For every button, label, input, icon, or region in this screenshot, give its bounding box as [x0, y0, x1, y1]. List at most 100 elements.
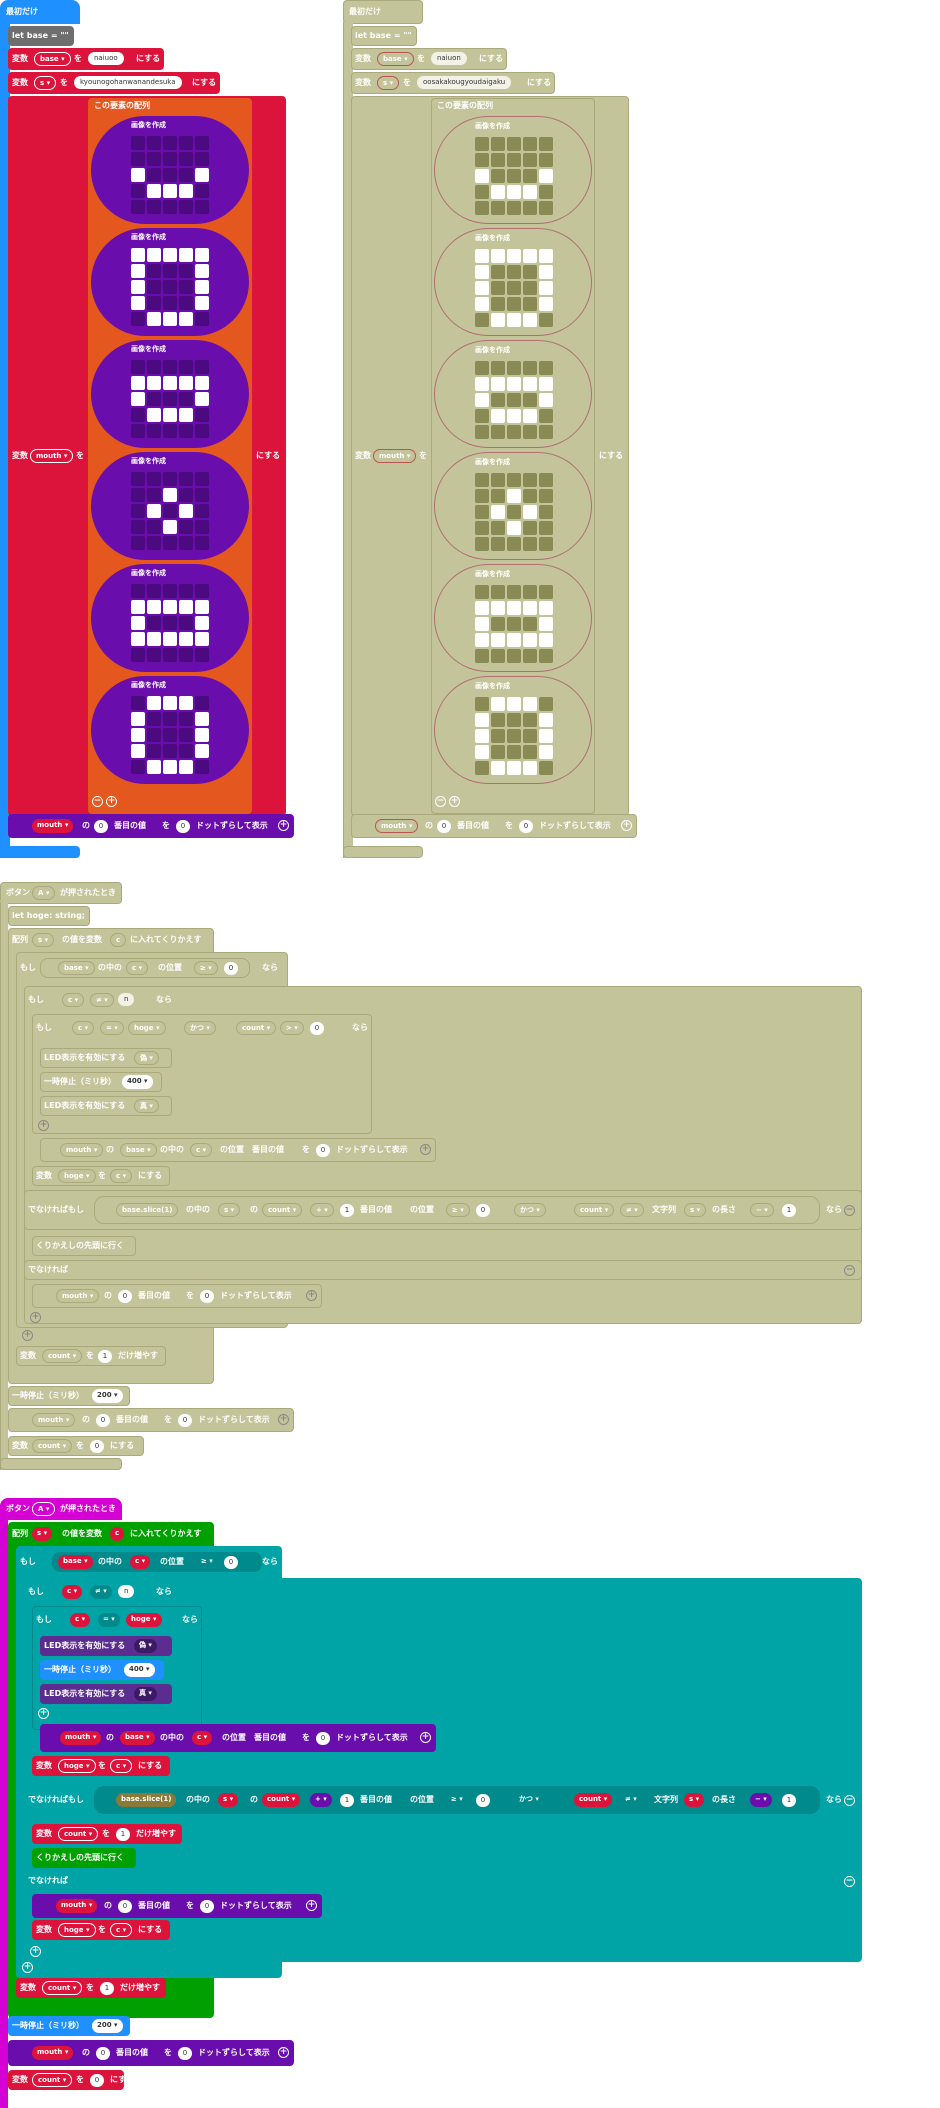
image-block-4[interactable]: 画像を作成	[91, 452, 249, 560]
button-a-dropdown-disabled[interactable]: A ▾	[32, 886, 56, 900]
led-cell[interactable]	[195, 136, 209, 150]
base-var-dropdown[interactable]: base ▾	[34, 52, 71, 66]
led-cell[interactable]	[163, 376, 177, 390]
led-cell[interactable]	[195, 248, 209, 262]
led-cell[interactable]	[507, 361, 521, 375]
foreach-arr[interactable]: s ▾	[32, 1527, 53, 1541]
array-add-icon-disabled[interactable]: +	[449, 796, 460, 807]
led-cell[interactable]	[491, 601, 505, 615]
led-cell[interactable]	[475, 729, 489, 743]
elseif-and[interactable]: かつ ▾	[514, 1793, 544, 1807]
led-cell[interactable]	[147, 296, 161, 310]
led-cell[interactable]	[195, 472, 209, 486]
elseif-remove-icon-disabled[interactable]: −	[844, 1205, 855, 1216]
base-string-input[interactable]: naiuoo	[88, 52, 124, 65]
led-cell[interactable]	[163, 536, 177, 550]
led-cell[interactable]	[539, 473, 553, 487]
led-cell[interactable]	[179, 360, 193, 374]
led-off-val-disabled[interactable]: 偽 ▾	[134, 1051, 159, 1065]
led-cell[interactable]	[523, 761, 537, 775]
led-cell[interactable]	[523, 169, 537, 183]
image-block-6-disabled[interactable]: 画像を作成	[434, 676, 592, 784]
if2-add-icon-disabled[interactable]: +	[30, 1312, 41, 1323]
show-base-c[interactable]: c ▾	[192, 1731, 213, 1745]
led-cell[interactable]	[147, 312, 161, 326]
led-cell[interactable]	[147, 248, 161, 262]
led-cell[interactable]	[523, 297, 537, 311]
led-cell[interactable]	[491, 489, 505, 503]
led-cell[interactable]	[179, 312, 193, 326]
if3-hoge-var[interactable]: hoge ▾	[126, 1613, 162, 1627]
count-inc-val[interactable]: 1	[100, 1982, 114, 1995]
elseif-remove-icon[interactable]: −	[844, 1795, 855, 1806]
led-cell[interactable]	[507, 489, 521, 503]
led-cell[interactable]	[539, 265, 553, 279]
led-cell[interactable]	[523, 249, 537, 263]
led-cell[interactable]	[179, 264, 193, 278]
image-block-5[interactable]: 画像を作成	[91, 564, 249, 672]
led-cell[interactable]	[475, 393, 489, 407]
if3-hoge-var-disabled[interactable]: hoge ▾	[128, 1021, 166, 1035]
led-cell[interactable]	[523, 265, 537, 279]
led-cell[interactable]	[163, 616, 177, 630]
show-final-var[interactable]: mouth ▾	[32, 2046, 74, 2060]
else-remove-icon[interactable]: −	[844, 1876, 855, 1887]
led-cell[interactable]	[523, 697, 537, 711]
led-cell[interactable]	[491, 729, 505, 743]
led-cell[interactable]	[147, 376, 161, 390]
led-cell[interactable]	[195, 408, 209, 422]
led-cell[interactable]	[131, 152, 145, 166]
led-cell[interactable]	[475, 505, 489, 519]
led-cell[interactable]	[195, 392, 209, 406]
s-var-dropdown-disabled[interactable]: s ▾	[377, 76, 400, 90]
led-cell[interactable]	[147, 360, 161, 374]
led-cell[interactable]	[179, 248, 193, 262]
elseif-one-disabled[interactable]: 1	[340, 1204, 354, 1217]
led-cell[interactable]	[163, 264, 177, 278]
show-base-c-disabled[interactable]: c ▾	[190, 1143, 213, 1157]
led-cell[interactable]	[475, 201, 489, 215]
show-final-var-disabled[interactable]: mouth ▾	[32, 1413, 76, 1427]
pause2-val[interactable]: 200 ▾	[92, 2019, 123, 2033]
led-cell[interactable]	[507, 153, 521, 167]
led-cell[interactable]	[523, 361, 537, 375]
show-mouth-var-disabled[interactable]: mouth ▾	[375, 819, 419, 833]
led-cell[interactable]	[147, 728, 161, 742]
led-cell[interactable]	[539, 489, 553, 503]
led-cell[interactable]	[491, 185, 505, 199]
led-cell[interactable]	[475, 617, 489, 631]
led-cell[interactable]	[147, 584, 161, 598]
led-cell[interactable]	[491, 409, 505, 423]
led-cell[interactable]	[523, 409, 537, 423]
if1-num-disabled[interactable]: 0	[224, 962, 238, 975]
led-cell[interactable]	[507, 393, 521, 407]
led-cell[interactable]	[475, 521, 489, 535]
else-row[interactable]	[24, 1870, 862, 1892]
led-cell[interactable]	[491, 617, 505, 631]
elseif-one2[interactable]: 1	[782, 1794, 796, 1807]
led-cell[interactable]	[131, 264, 145, 278]
s-string-input[interactable]: kyounogohanwanandesuka	[74, 76, 182, 89]
show-final-expand-icon[interactable]: +	[278, 2047, 289, 2058]
led-cell[interactable]	[507, 281, 521, 295]
led-cell[interactable]	[507, 649, 521, 663]
led-cell[interactable]	[523, 393, 537, 407]
set-hoge-var-disabled[interactable]: hoge ▾	[58, 1169, 96, 1183]
led-cell[interactable]	[507, 249, 521, 263]
led-cell[interactable]	[491, 153, 505, 167]
led-cell[interactable]	[195, 504, 209, 518]
set-hoge2-var[interactable]: hoge ▾	[58, 1923, 96, 1937]
show-index-input-disabled[interactable]: 0	[437, 820, 451, 833]
led-cell[interactable]	[195, 184, 209, 198]
led-cell[interactable]	[163, 248, 177, 262]
led-cell[interactable]	[523, 585, 537, 599]
led-cell[interactable]	[179, 168, 193, 182]
led-cell[interactable]	[523, 745, 537, 759]
if2-op-disabled[interactable]: ≠ ▾	[90, 993, 114, 1007]
elseif-op[interactable]: ≥ ▾	[446, 1793, 468, 1807]
show-mouth-var[interactable]: mouth ▾	[32, 819, 74, 833]
led-cell[interactable]	[179, 280, 193, 294]
elseif-one[interactable]: 1	[340, 1794, 354, 1807]
led-cell[interactable]	[147, 632, 161, 646]
led-cell[interactable]	[179, 616, 193, 630]
